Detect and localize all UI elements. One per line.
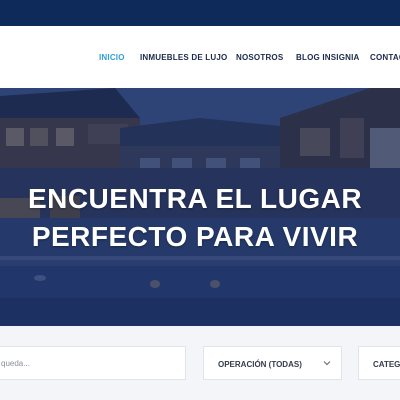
nav-item-nosotros[interactable]: NOSOTROS: [236, 53, 283, 62]
hero-title-line-1: ENCUENTRA EL LUGAR: [27, 183, 363, 214]
property-search-bar: OPERACIÓN (TODAS) CATEGO: [0, 326, 400, 400]
category-select[interactable]: CATEGO: [358, 346, 400, 380]
nav-item-blog-insignia[interactable]: BLOG INSIGNIA: [296, 53, 360, 62]
category-select-value: CATEGO: [373, 360, 400, 369]
top-bar: [0, 0, 400, 26]
operation-select[interactable]: OPERACIÓN (TODAS): [203, 346, 342, 380]
nav-item-contacto[interactable]: CONTAC: [370, 53, 400, 62]
keyword-search-field[interactable]: [0, 346, 186, 380]
nav-item-inmuebles-de-lujo[interactable]: INMUEBLES DE LUJO: [140, 53, 227, 62]
hero-title: ENCUENTRA EL LUGAR PERFECTO PARA VIVIR: [0, 180, 390, 256]
keyword-search-input[interactable]: [0, 347, 185, 379]
nav-item-inicio[interactable]: INICIO: [99, 53, 125, 62]
hero-banner: ENCUENTRA EL LUGAR PERFECTO PARA VIVIR: [0, 88, 400, 326]
hero-title-line-2: PERFECTO PARA VIVIR: [31, 221, 359, 252]
operation-select-value: OPERACIÓN (TODAS): [218, 360, 302, 369]
nav-menu: INICIO INMUEBLES DE LUJO NOSOTROS BLOG I…: [0, 53, 400, 65]
chevron-down-icon: [323, 361, 331, 366]
main-navigation: INICIO INMUEBLES DE LUJO NOSOTROS BLOG I…: [0, 26, 400, 88]
